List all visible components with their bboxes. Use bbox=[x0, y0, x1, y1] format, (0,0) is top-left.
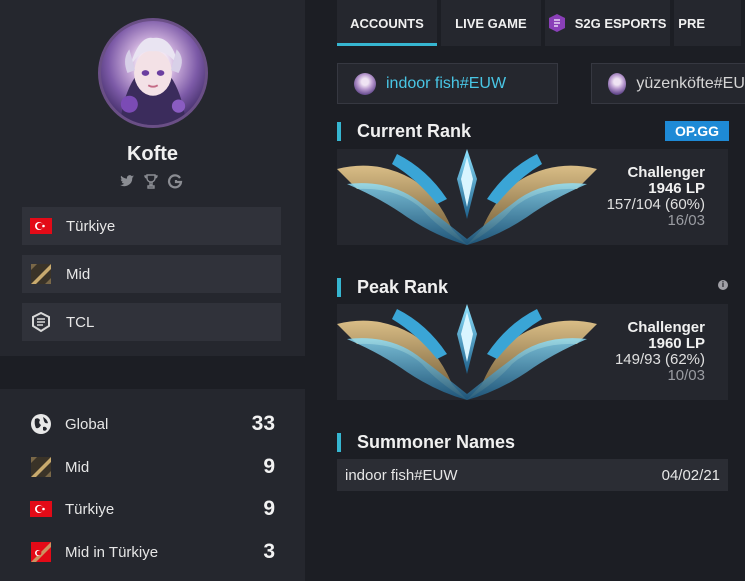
rank-lp: 1960 LP bbox=[648, 335, 705, 352]
flag-turkey-icon bbox=[30, 215, 52, 237]
section-accent-bar bbox=[337, 277, 341, 297]
tab-s2g-esports[interactable]: S2G ESPORTS bbox=[544, 0, 671, 46]
ranking-row-mid[interactable]: Mid 9 bbox=[30, 452, 275, 482]
role-mid-icon bbox=[30, 456, 52, 478]
profile-card: Kofte Türkiye Mid TCL bbox=[0, 0, 305, 356]
tab-label: S2G ESPORTS bbox=[574, 15, 667, 31]
tab-label: LIVE GAME bbox=[455, 15, 527, 31]
current-rank-stats: Challenger 1946 LP 157/104 (60%) 16/03 bbox=[607, 165, 705, 229]
tab-label: ACCOUNTS bbox=[350, 15, 424, 31]
rank-date: 10/03 bbox=[667, 367, 705, 384]
ranking-value: 9 bbox=[263, 497, 275, 520]
team-tcl-icon bbox=[30, 311, 52, 333]
opgg-badge[interactable]: OP.GG bbox=[665, 121, 729, 141]
current-rank-header: Current Rank bbox=[337, 121, 471, 141]
challenger-emblem-icon bbox=[337, 149, 597, 245]
ranking-row-mid-country[interactable]: Mid in Türkiye 3 bbox=[30, 537, 275, 567]
s2g-logo-icon bbox=[548, 14, 565, 32]
ranking-value: 3 bbox=[263, 540, 275, 563]
info-icon[interactable]: i bbox=[718, 280, 728, 290]
twitter-icon[interactable] bbox=[119, 173, 135, 189]
ranking-label: Türkiye bbox=[65, 500, 115, 518]
section-accent-bar bbox=[337, 432, 341, 452]
account-avatar bbox=[354, 72, 376, 95]
rank-date: 16/03 bbox=[667, 212, 705, 229]
tab-pre[interactable]: PRE bbox=[674, 0, 741, 46]
peak-rank-panel: Challenger 1960 LP 149/93 (62%) 10/03 bbox=[337, 304, 728, 400]
mid-turkey-icon bbox=[30, 541, 52, 563]
ranking-label: Mid bbox=[65, 458, 90, 476]
ranking-row-global[interactable]: Global 33 bbox=[30, 409, 275, 439]
player-avatar bbox=[98, 18, 208, 128]
ranking-value: 9 bbox=[263, 455, 275, 478]
rank-tier: Challenger bbox=[627, 319, 705, 336]
info-row-league: TCL bbox=[22, 303, 281, 341]
ranking-label: Global bbox=[65, 415, 109, 433]
account-avatar bbox=[608, 72, 627, 95]
ranking-row-country[interactable]: Türkiye 9 bbox=[30, 494, 275, 524]
avatar-portrait-icon bbox=[119, 37, 187, 125]
info-row-role: Mid bbox=[22, 255, 281, 293]
role-mid-icon bbox=[30, 263, 52, 285]
country-label: Türkiye bbox=[66, 217, 116, 235]
peak-rank-header: Peak Rank bbox=[337, 277, 448, 297]
social-links bbox=[119, 173, 183, 189]
role-label: Mid bbox=[66, 265, 91, 283]
globe-icon bbox=[30, 413, 52, 435]
section-title: Summoner Names bbox=[357, 431, 516, 452]
rank-lp: 1946 LP bbox=[648, 180, 705, 197]
tab-label: PRE bbox=[678, 15, 706, 31]
ladder-rankings: Global 33 Mid 9 Türkiye 9 Mid in Türkiye… bbox=[0, 389, 305, 581]
account-label: indoor fish#EUW bbox=[386, 74, 507, 92]
section-title: Peak Rank bbox=[357, 276, 449, 297]
tab-live-game[interactable]: LIVE GAME bbox=[440, 0, 541, 46]
summoner-name: indoor fish#EUW bbox=[345, 466, 458, 484]
account-label: yüzenköfte#EUW bbox=[636, 74, 745, 92]
ranking-label: Mid in Türkiye bbox=[65, 543, 159, 561]
ranking-value: 33 bbox=[251, 412, 275, 435]
summoner-name-row: indoor fish#EUW 04/02/21 bbox=[337, 459, 728, 491]
current-rank-panel: Challenger 1946 LP 157/104 (60%) 16/03 bbox=[337, 149, 728, 245]
peak-rank-stats: Challenger 1960 LP 149/93 (62%) 10/03 bbox=[615, 320, 705, 384]
trophy-icon[interactable] bbox=[143, 173, 159, 189]
info-row-country: Türkiye bbox=[22, 207, 281, 245]
flag-turkey-icon bbox=[30, 498, 52, 520]
section-title: Current Rank bbox=[357, 120, 472, 141]
rank-record: 157/104 (60%) bbox=[606, 196, 705, 213]
section-accent-bar bbox=[337, 121, 341, 141]
challenger-emblem-icon bbox=[337, 304, 597, 400]
gamepedia-icon[interactable] bbox=[167, 173, 183, 189]
rank-tier: Challenger bbox=[627, 164, 705, 181]
account-selector-indoor-fish[interactable]: indoor fish#EUW bbox=[337, 63, 558, 104]
player-name: Kofte bbox=[126, 143, 179, 165]
league-label: TCL bbox=[66, 313, 95, 331]
tab-accounts[interactable]: ACCOUNTS bbox=[337, 0, 437, 46]
tab-bar: ACCOUNTS LIVE GAME S2G ESPORTS PRE bbox=[337, 0, 745, 46]
rank-record: 149/93 (62%) bbox=[614, 351, 705, 368]
summoner-names-header: Summoner Names bbox=[337, 432, 515, 452]
summoner-name-date: 04/02/21 bbox=[661, 466, 720, 484]
account-selector-yuzenkofte[interactable]: yüzenköfte#EUW bbox=[591, 63, 745, 104]
